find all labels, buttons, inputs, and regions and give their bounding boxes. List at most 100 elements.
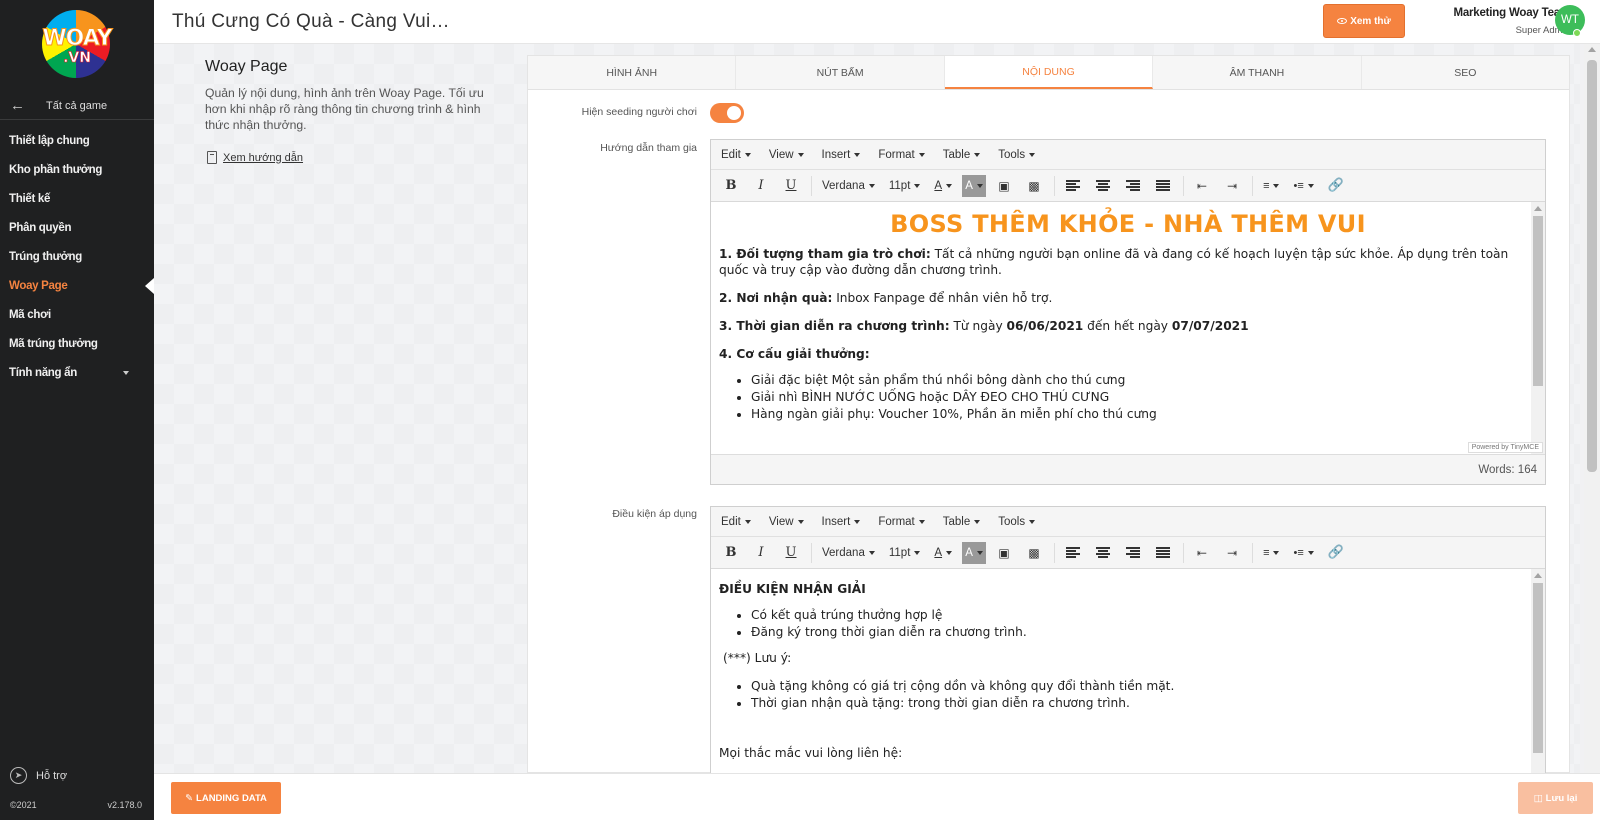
media-icon[interactable]: ▩ xyxy=(1022,542,1046,564)
sidebar-item-general-settings[interactable]: Thiết lập chung xyxy=(0,126,154,155)
align-center-icon[interactable] xyxy=(1091,542,1115,564)
save-label: Lưu lại xyxy=(1545,792,1578,804)
menu-insert[interactable]: Insert xyxy=(822,516,861,528)
font-size-select[interactable]: 11pt xyxy=(885,175,925,197)
sidebar-item-reward-store[interactable]: Kho phần thưởng xyxy=(0,155,154,184)
guide-editor-content[interactable]: BOSS THÊM KHỎE - NHÀ THÊM VUI 1. Đối tượ… xyxy=(711,202,1545,454)
scroll-up-arrow-icon[interactable] xyxy=(1534,573,1542,578)
menu-table[interactable]: Table xyxy=(943,516,981,528)
font-family-select[interactable]: Verdana xyxy=(818,175,879,197)
sidebar-item-woay-page[interactable]: Woay Page xyxy=(0,271,154,300)
toolbar-divider xyxy=(1252,175,1254,196)
align-justify-icon[interactable] xyxy=(1151,175,1175,197)
seeding-label: Hiện seeding người chơi xyxy=(581,106,697,118)
sidebar-item-winners[interactable]: Trúng thưởng xyxy=(0,242,154,271)
sidebar-menu: Thiết lập chung Kho phần thưởng Thiết kế… xyxy=(0,126,154,387)
align-right-icon[interactable] xyxy=(1121,175,1145,197)
sidebar-item-hidden-features[interactable]: Tính năng ẩn xyxy=(0,358,154,387)
list-item: Có kết quả trúng thưởng hợp lệ xyxy=(751,607,1515,623)
link-icon[interactable]: 🔗 xyxy=(1324,542,1348,564)
eye-icon xyxy=(1337,18,1348,24)
highlight-color-icon[interactable]: A xyxy=(962,174,987,197)
text-color-icon[interactable]: A xyxy=(930,542,956,564)
align-left-icon[interactable] xyxy=(1061,542,1085,564)
online-status-dot xyxy=(1573,29,1581,37)
italic-icon[interactable]: I xyxy=(749,542,773,564)
menu-table[interactable]: Table xyxy=(943,149,981,161)
user-name: Marketing Woay Team xyxy=(1453,7,1570,19)
tab-images[interactable]: HÌNH ẢNH xyxy=(528,56,737,89)
scroll-up-arrow-icon[interactable] xyxy=(1534,206,1542,211)
menu-tools[interactable]: Tools xyxy=(998,516,1035,528)
editor-statusbar: Powered by TinyMCE Words: 164 xyxy=(711,442,1545,484)
toolbar-divider xyxy=(1252,542,1254,563)
back-to-all-games[interactable]: ← Tất cả game xyxy=(0,92,154,120)
seeding-toggle[interactable] xyxy=(710,103,744,123)
sidebar-item-design[interactable]: Thiết kế xyxy=(0,184,154,213)
editor-scrollbar-thumb[interactable] xyxy=(1533,216,1543,386)
guide-label: Xem hướng dẫn xyxy=(223,151,304,164)
menu-format[interactable]: Format xyxy=(878,516,924,528)
page-scrollbar-thumb[interactable] xyxy=(1587,60,1597,472)
media-icon[interactable]: ▩ xyxy=(1022,175,1046,197)
align-right-icon[interactable] xyxy=(1121,542,1145,564)
sidebar-item-permissions[interactable]: Phân quyền xyxy=(0,213,154,242)
sidebar-item-label: Tính năng ẩn xyxy=(9,366,77,379)
menu-tools[interactable]: Tools xyxy=(998,149,1035,161)
landing-data-button[interactable]: ✎ LANDING DATA xyxy=(171,782,281,814)
scroll-up-arrow-icon[interactable] xyxy=(1588,47,1596,52)
underline-icon[interactable]: U xyxy=(779,542,803,564)
end-date: 07/07/2021 xyxy=(1171,319,1249,333)
link-icon[interactable]: 🔗 xyxy=(1324,175,1348,197)
list-item: Giải đặc biệt Một sản phẩm thú nhồi bông… xyxy=(751,372,1515,388)
tab-sound[interactable]: ÂM THANH xyxy=(1153,56,1362,89)
word-count: Words: 164 xyxy=(1478,463,1537,476)
align-left-icon[interactable] xyxy=(1061,175,1085,197)
tab-buttons[interactable]: NÚT BẤM xyxy=(736,56,945,89)
indent-icon[interactable]: ⇥ xyxy=(1220,175,1244,197)
save-icon: ◫ xyxy=(1533,792,1543,804)
toolbar-divider xyxy=(1054,542,1056,563)
menu-insert[interactable]: Insert xyxy=(822,149,861,161)
image-icon[interactable]: ▣ xyxy=(992,175,1016,197)
woay-logo[interactable]: WOAY .VN xyxy=(36,10,118,80)
sidebar-item-winning-codes[interactable]: Mã trúng thưởng xyxy=(0,329,154,358)
bullet-list-icon[interactable]: •≡ xyxy=(1289,542,1317,564)
menu-format[interactable]: Format xyxy=(878,149,924,161)
contact-line: Mọi thắc mắc vui lòng liên hệ: xyxy=(719,746,903,760)
condition-list: Có kết quả trúng thưởng hợp lệ Đăng ký t… xyxy=(751,607,1545,640)
highlight-color-icon[interactable]: A xyxy=(962,541,987,564)
editor-scrollbar-thumb[interactable] xyxy=(1533,583,1543,753)
outdent-icon[interactable]: ⇤ xyxy=(1190,542,1214,564)
underline-icon[interactable]: U xyxy=(779,175,803,197)
align-center-icon[interactable] xyxy=(1091,175,1115,197)
support-link[interactable]: ➤ Hỗ trợ xyxy=(10,767,67,784)
menu-view[interactable]: View xyxy=(769,516,804,528)
view-guide-link[interactable]: Xem hướng dẫn xyxy=(207,151,303,164)
font-family-select[interactable]: Verdana xyxy=(818,542,879,564)
menu-edit[interactable]: Edit xyxy=(721,516,751,528)
save-button[interactable]: ◫ Lưu lại xyxy=(1518,782,1593,814)
indent-icon[interactable]: ⇥ xyxy=(1220,542,1244,564)
condition-editor-content[interactable]: ĐIỀU KIỆN NHẬN GIẢI Có kết quả trúng thư… xyxy=(711,569,1545,773)
bullet-list-icon[interactable]: •≡ xyxy=(1289,175,1317,197)
text-color-icon[interactable]: A xyxy=(930,175,956,197)
align-justify-icon[interactable] xyxy=(1151,542,1175,564)
bold-icon[interactable]: B xyxy=(719,542,743,564)
rule-3: 3. Thời gian diễn ra chương trình: Từ ng… xyxy=(719,318,1545,334)
bold-icon[interactable]: B xyxy=(719,175,743,197)
sidebar-item-play-codes[interactable]: Mã chơi xyxy=(0,300,154,329)
font-size-select[interactable]: 11pt xyxy=(885,542,925,564)
tab-content[interactable]: NỘI DUNG xyxy=(944,56,1154,89)
image-icon[interactable]: ▣ xyxy=(992,542,1016,564)
toolbar-divider xyxy=(811,542,812,563)
rule-1: 1. Đối tượng tham gia trò chơi: Tất cả n… xyxy=(719,246,1545,278)
menu-edit[interactable]: Edit xyxy=(721,149,751,161)
italic-icon[interactable]: I xyxy=(749,175,773,197)
menu-view[interactable]: View xyxy=(769,149,804,161)
numbered-list-icon[interactable]: ≡ xyxy=(1259,542,1283,564)
tab-seo[interactable]: SEO xyxy=(1362,56,1569,89)
outdent-icon[interactable]: ⇤ xyxy=(1190,175,1214,197)
preview-button[interactable]: Xem thử xyxy=(1323,4,1405,38)
numbered-list-icon[interactable]: ≡ xyxy=(1259,175,1283,197)
